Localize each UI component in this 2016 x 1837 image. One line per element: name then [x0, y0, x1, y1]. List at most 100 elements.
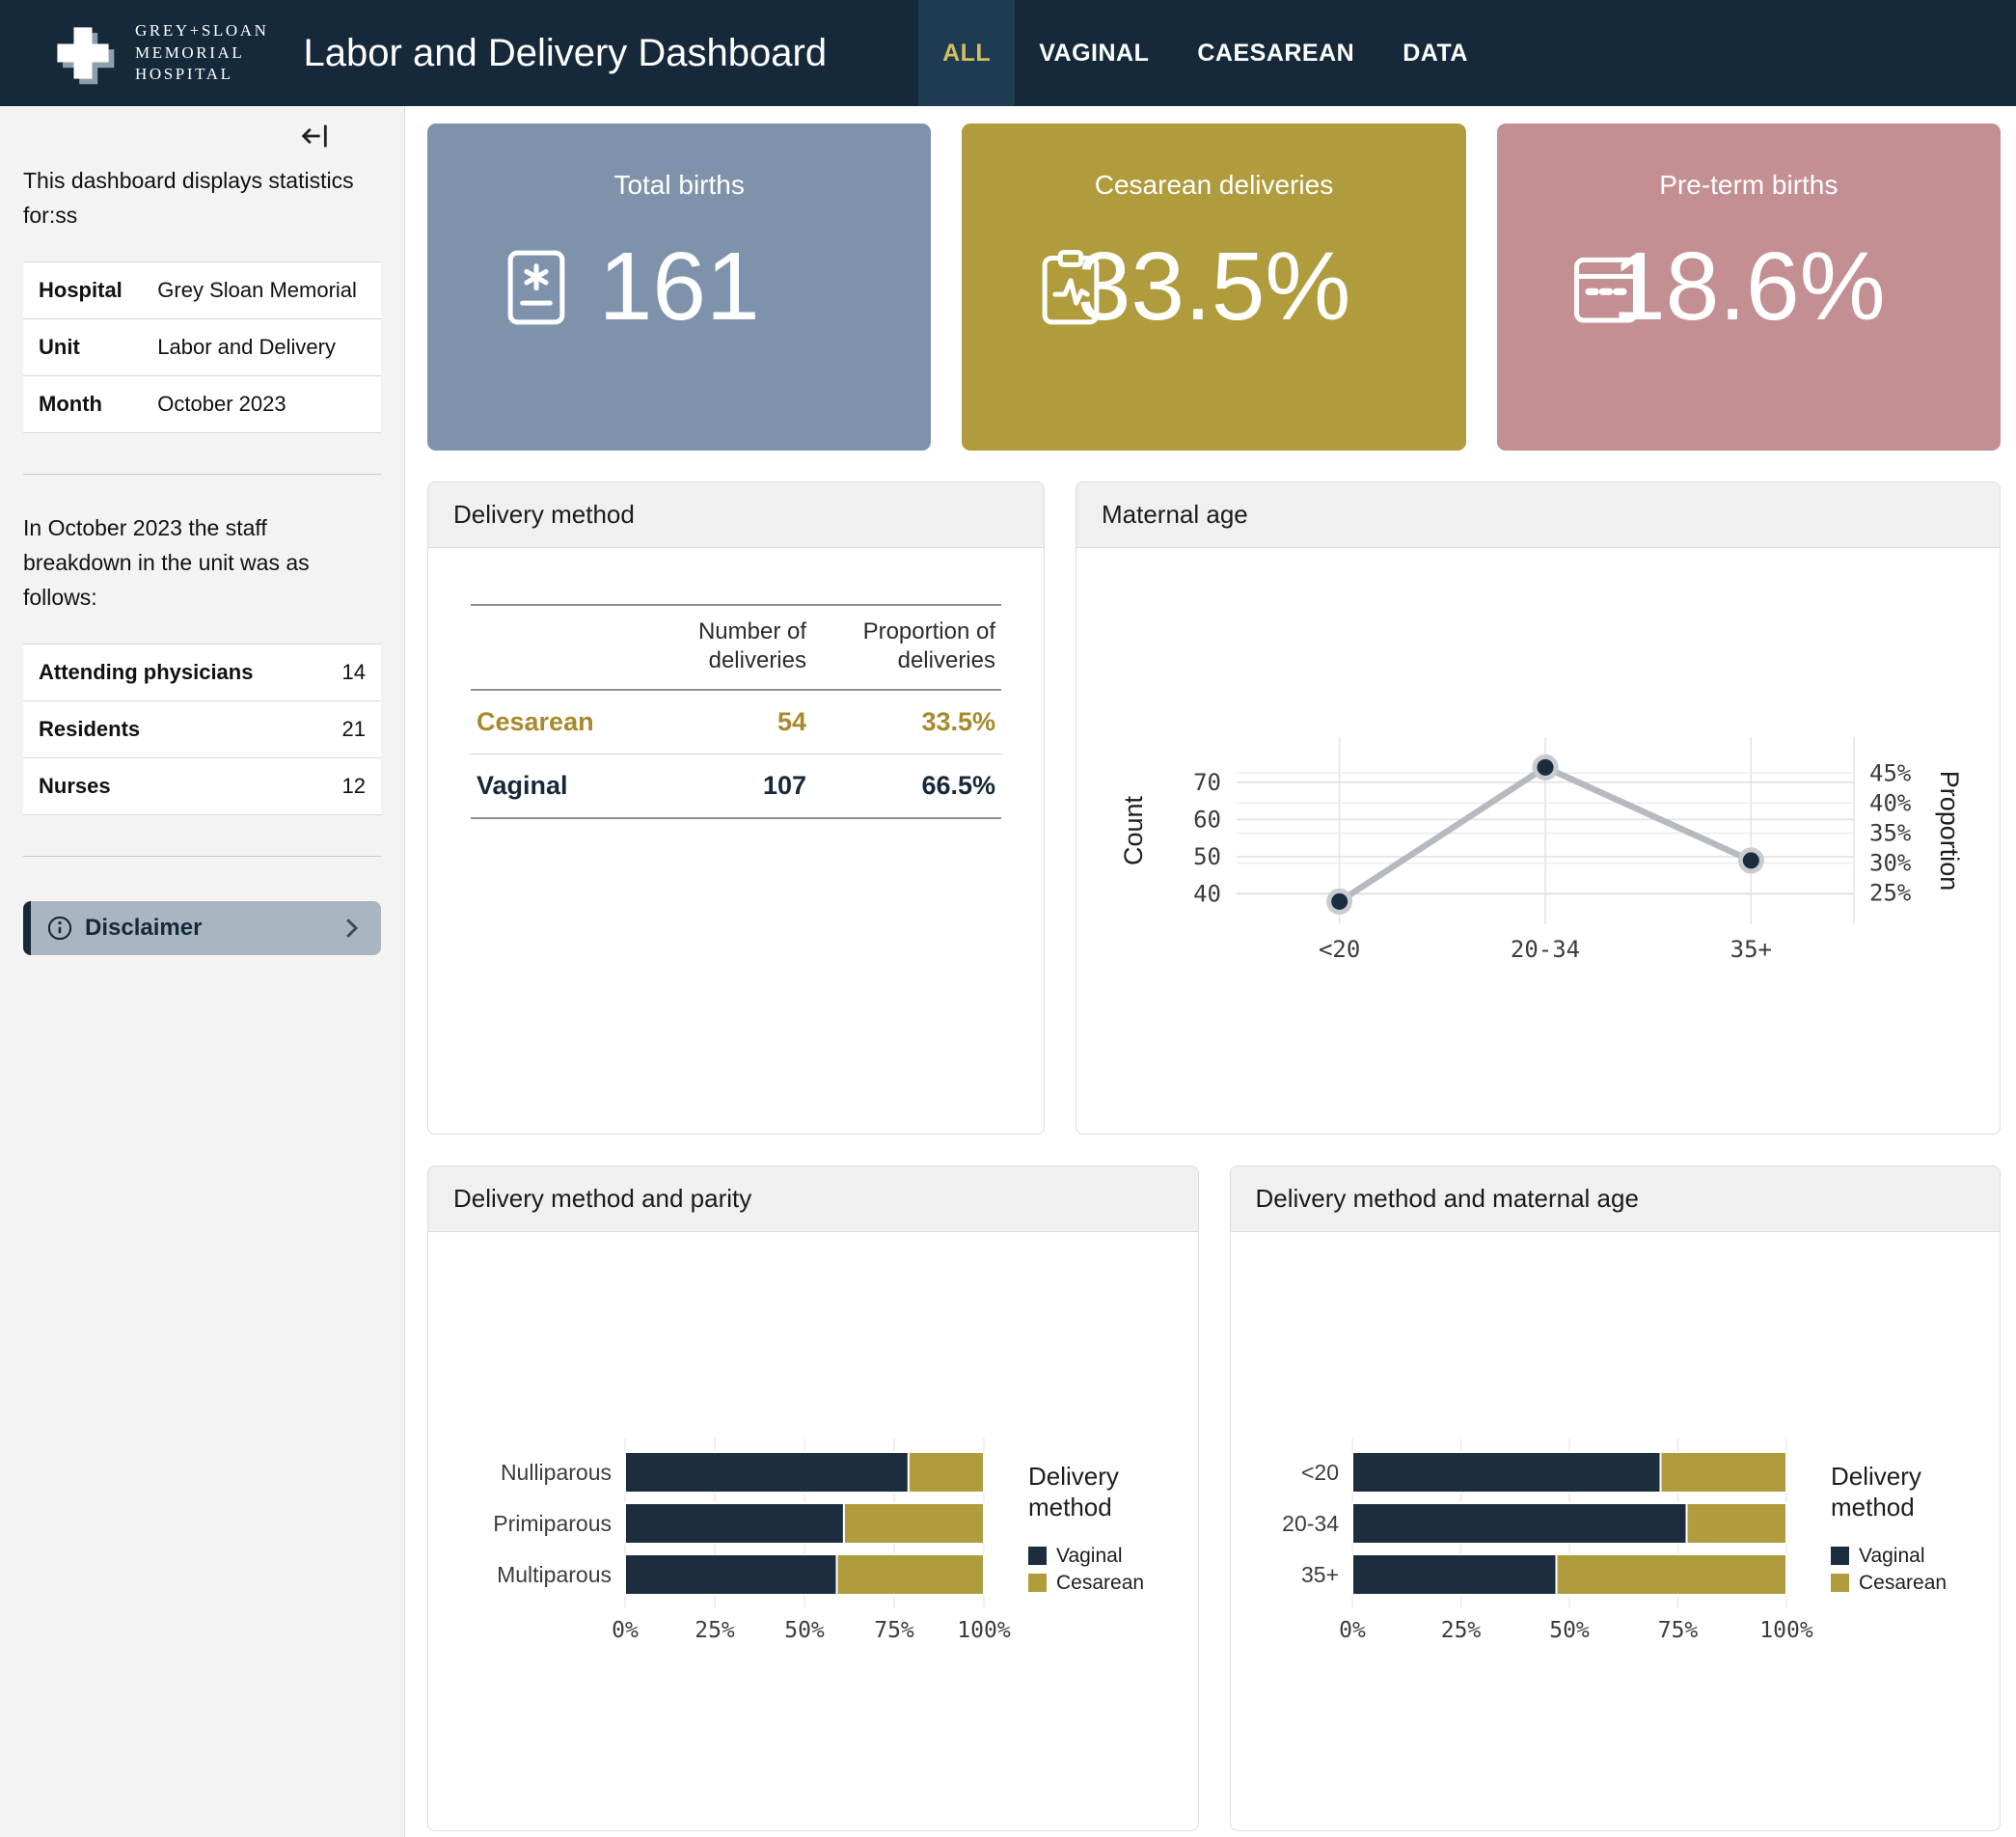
svg-text:35%: 35% [1869, 820, 1912, 847]
svg-text:30%: 30% [1869, 850, 1912, 877]
svg-text:100%: 100% [957, 1618, 1011, 1643]
hospital-info-table: Hospital Grey Sloan Memorial Unit Labor … [23, 261, 381, 433]
staff-row: Attending physicians 14 [23, 644, 381, 701]
svg-text:Vaginal: Vaginal [1859, 1545, 1925, 1567]
svg-text:0%: 0% [612, 1618, 639, 1643]
table-col-header [471, 605, 633, 690]
value-box-value: 161 [599, 232, 760, 343]
info-row: Month October 2023 [23, 376, 381, 433]
tab-all[interactable]: ALL [918, 0, 1015, 106]
svg-text:75%: 75% [1657, 1618, 1698, 1643]
logo-text: GREY+SLOAN MEMORIAL HOSPITAL [135, 20, 269, 85]
hospital-logo: GREY+SLOAN MEMORIAL HOSPITAL [46, 16, 269, 90]
svg-text:<20: <20 [1319, 936, 1360, 963]
sidebar-collapse-button[interactable] [298, 120, 331, 152]
logo-line: HOSPITAL [135, 64, 269, 85]
clipboard-pulse-icon [1029, 246, 1112, 329]
value-box-value: 33.5% [1077, 232, 1351, 343]
value-box-value: 18.6% [1612, 232, 1886, 343]
card-header: Delivery method [428, 482, 1044, 548]
card-delivery-age: Delivery method and maternal age 0% 25% 50… [1230, 1165, 2002, 1831]
table-cell: 107 [633, 754, 812, 819]
staff-label: Nurses [23, 758, 316, 815]
info-icon [46, 915, 73, 942]
svg-text:35+: 35+ [1300, 1562, 1338, 1587]
table-cell: 66.5% [812, 754, 1001, 819]
svg-text:25%: 25% [695, 1618, 735, 1643]
charts-row-2: Delivery method and parity 0%25%50%75%10… [427, 1165, 2001, 1831]
svg-text:25%: 25% [1440, 1618, 1481, 1643]
maternal-age-line-svg: 25%30%35%40%45%40506070<2020-3435+CountP… [1092, 556, 1979, 1110]
table-col-header: Proportion of deliveries [812, 605, 1001, 690]
svg-text:50: 50 [1193, 843, 1221, 870]
staff-intro: In October 2023 the staff breakdown in t… [23, 511, 381, 615]
delivery-method-table: Number of deliveries Proportion of deliv… [471, 604, 1001, 819]
tab-caesarean[interactable]: CAESAREAN [1173, 0, 1378, 106]
logo-line: MEMORIAL [135, 42, 269, 64]
svg-text:20-34: 20-34 [1282, 1511, 1339, 1536]
table-row: Vaginal 107 66.5% [471, 754, 1001, 819]
svg-text:25%: 25% [1869, 880, 1912, 907]
logo-line: GREY+SLOAN [135, 20, 269, 41]
table-row: Cesarean 54 33.5% [471, 690, 1001, 754]
svg-text:70: 70 [1193, 769, 1221, 796]
staff-label: Residents [23, 701, 316, 758]
svg-text:50%: 50% [784, 1618, 825, 1643]
info-label: Month [23, 376, 142, 433]
svg-text:75%: 75% [874, 1618, 914, 1643]
card-delivery-parity: Delivery method and parity 0%25%50%75%10… [427, 1165, 1199, 1831]
svg-text:60: 60 [1193, 806, 1221, 833]
svg-text:0%: 0% [1339, 1618, 1366, 1643]
cross-logo-icon [46, 16, 120, 90]
table-cell: 54 [633, 690, 812, 754]
staff-row: Residents 21 [23, 701, 381, 758]
svg-text:method: method [1831, 1493, 1915, 1522]
svg-text:Nulliparous: Nulliparous [501, 1460, 612, 1485]
sidebar-intro: This dashboard displays statistics for:s… [23, 164, 381, 233]
svg-text:Delivery: Delivery [1028, 1462, 1119, 1491]
info-label: Unit [23, 319, 142, 376]
info-label: Hospital [23, 262, 142, 319]
value-box-row: Total births 161 Cesarean deliveries [427, 123, 2001, 451]
svg-text:Cesarean: Cesarean [1859, 1572, 1947, 1594]
svg-text:40: 40 [1193, 881, 1221, 908]
collapse-arrow-icon [298, 120, 331, 152]
calendar-week-icon [1565, 246, 1648, 329]
value-box-cesarean: Cesarean deliveries 33.5% [962, 123, 1465, 451]
sidebar-divider [23, 856, 381, 857]
svg-text:Proportion: Proportion [1935, 771, 1964, 891]
sidebar-divider [23, 474, 381, 475]
svg-text:method: method [1028, 1493, 1112, 1522]
svg-text:Multiparous: Multiparous [497, 1562, 612, 1587]
charts-row-1: Delivery method Number of deliveries Pro… [427, 481, 2001, 1135]
stacked-bar-svg: 0%25%50%75%100%NulliparousPrimiparousMul… [444, 1240, 1196, 1828]
card-delivery-method: Delivery method Number of deliveries Pro… [427, 481, 1045, 1135]
card-maternal-age: Maternal age 25%30%35%40%45%40506070<202… [1076, 481, 2001, 1135]
staff-row: Nurses 12 [23, 758, 381, 815]
value-box-total-births: Total births 161 [427, 123, 931, 451]
main-content: Total births 161 Cesarean deliveries [405, 106, 2016, 1837]
table-cell: Vaginal [471, 754, 633, 819]
staff-value: 12 [316, 758, 381, 815]
staff-label: Attending physicians [23, 644, 316, 701]
card-header: Delivery method and maternal age [1231, 1166, 2001, 1232]
tab-data[interactable]: DATA [1378, 0, 1492, 106]
navbar: GREY+SLOAN MEMORIAL HOSPITAL Labor and D… [0, 0, 2016, 106]
tab-vaginal[interactable]: VAGINAL [1015, 0, 1173, 106]
svg-text:35+: 35+ [1730, 936, 1772, 963]
maternal-age-chart: 25%30%35%40%45%40506070<2020-3435+CountP… [1076, 548, 2000, 1118]
staff-table: Attending physicians 14 Residents 21 Nur… [23, 644, 381, 815]
file-medical-icon [495, 246, 578, 329]
disclaimer-label: Disclaimer [85, 915, 202, 942]
svg-text:20-34: 20-34 [1511, 936, 1580, 963]
info-value: October 2023 [142, 376, 381, 433]
table-col-header: Number of deliveries [633, 605, 812, 690]
disclaimer-accordion[interactable]: Disclaimer [23, 901, 381, 955]
svg-text:Delivery: Delivery [1831, 1462, 1921, 1491]
svg-text:Cesarean: Cesarean [1056, 1572, 1144, 1594]
svg-text:Vaginal: Vaginal [1056, 1545, 1123, 1567]
nav-tabs: ALL VAGINAL CAESAREAN DATA [918, 0, 1492, 106]
svg-text:50%: 50% [1549, 1618, 1590, 1643]
staff-value: 14 [316, 644, 381, 701]
value-box-preterm: Pre-term births 18.6% [1497, 123, 2001, 451]
